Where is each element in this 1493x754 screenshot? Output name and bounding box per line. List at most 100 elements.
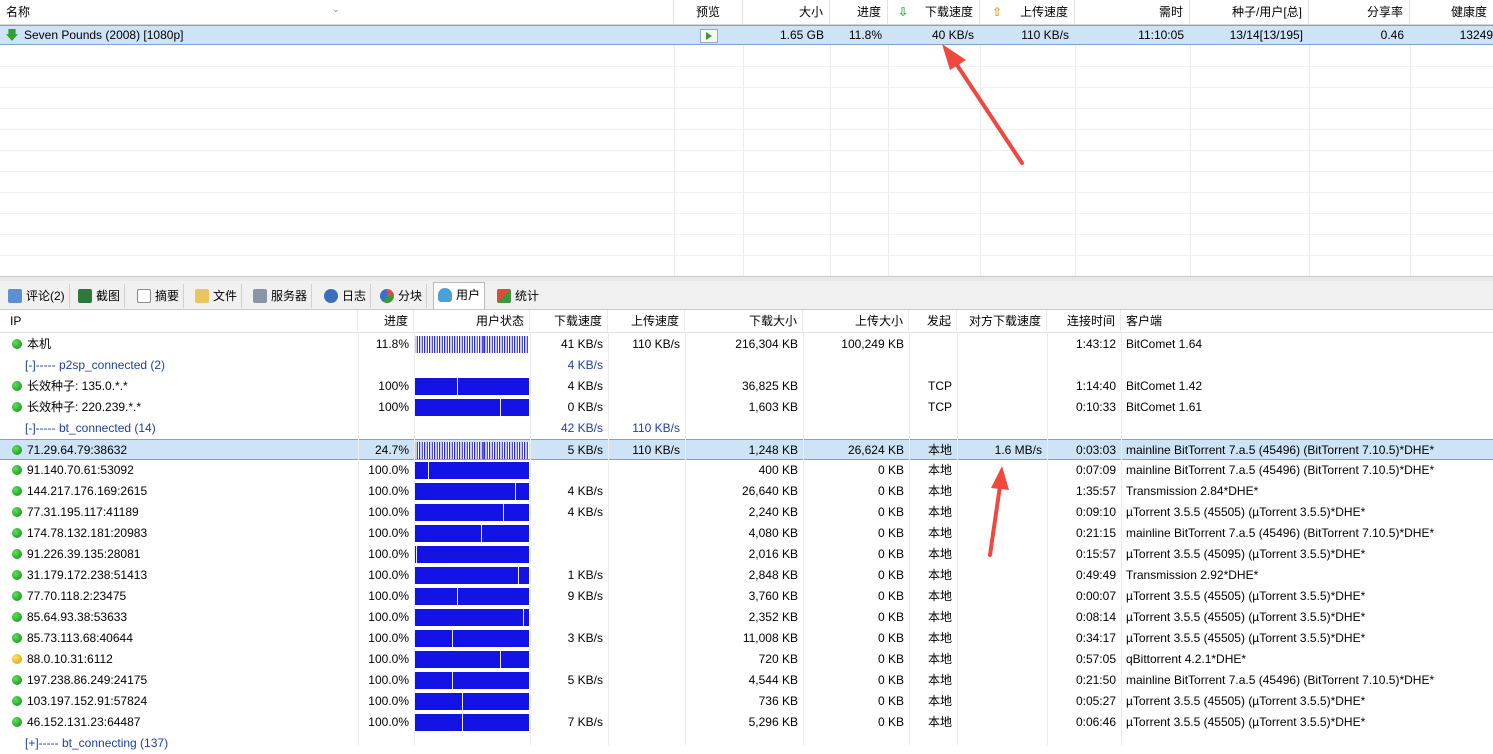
col-seeds-peers[interactable]: 种子/用户[总]: [1190, 0, 1309, 24]
group-label[interactable]: [-]----- p2sp_connected (2): [20, 355, 358, 376]
peer-uploaded: 26,624 KB: [847, 443, 904, 457]
peer-progress: 24.7%: [374, 443, 409, 457]
col-download-speed[interactable]: ⇩ 下载速度: [888, 0, 980, 24]
tab-stats[interactable]: 统计: [493, 284, 543, 308]
col-name[interactable]: 名称 ⌄: [0, 0, 674, 24]
col-preview[interactable]: 预览: [674, 0, 743, 24]
col-health[interactable]: 健康度: [1410, 0, 1493, 24]
group-label[interactable]: [-]----- bt_connected (14): [20, 418, 358, 439]
peer-client: µTorrent 3.5.5 (45095) (µTorrent 3.5.5)*…: [1126, 547, 1366, 561]
piece-bar-mark: [477, 442, 478, 459]
col-upload-speed[interactable]: ⇧ 上传速度: [980, 0, 1075, 24]
col-peer-progress[interactable]: 进度: [358, 310, 414, 332]
peer-downloaded: 3,760 KB: [748, 589, 798, 603]
peer-ip: 77.31.195.117:41189: [27, 505, 139, 519]
peer-row[interactable]: 88.0.10.31:6112 100.0% 720 KB 0 KB 本地 0:57:05…: [0, 649, 1493, 670]
peer-connect-time: 0:05:27: [1075, 694, 1116, 708]
peer-upload-speed: [608, 544, 685, 565]
server-icon: [253, 288, 267, 303]
peer-group-row[interactable]: [-]----- p2sp_connected (2) 4 KB/s: [0, 355, 1493, 376]
peer-remote-download-speed: [957, 523, 1047, 544]
peer-status-ok-icon: [12, 632, 22, 643]
task-row[interactable]: Seven Pounds (2008) [1080p] 1.65 GB 11.8…: [0, 25, 1493, 45]
tab-pieces[interactable]: 分块: [376, 284, 428, 308]
tab-users[interactable]: 用户: [433, 282, 486, 309]
tab-screenshots[interactable]: 截图: [74, 284, 126, 308]
peer-row[interactable]: 77.70.118.2:23475 100.0% 9 KB/s 3,760 KB 0 K…: [0, 586, 1493, 607]
peer-uploaded: [803, 397, 909, 418]
peer-connect-time: 0:09:10: [1075, 505, 1116, 519]
task-health: 13249: [1459, 28, 1493, 42]
col-downloaded[interactable]: 下载大小: [685, 310, 803, 332]
col-ip[interactable]: IP: [5, 310, 358, 332]
peer-row[interactable]: 197.238.86.249:24175 100.0% 5 KB/s 4,544 KB…: [0, 670, 1493, 691]
peer-row[interactable]: 长效种子: 135.0.*.* 100% 4 KB/s 36,825 KB TCP 1:1…: [0, 376, 1493, 397]
peer-client: mainline BitTorrent 7.a.5 (45496) (BitTo…: [1126, 463, 1435, 477]
peer-initiator: 本地: [927, 694, 952, 708]
peer-row[interactable]: 91.226.39.135:28081 100.0% 2,016 KB 0 KB 本地 0…: [0, 544, 1493, 565]
peer-piece-bar: [414, 714, 529, 731]
tab-files[interactable]: 文件: [191, 284, 243, 308]
peer-group-row[interactable]: [+]----- bt_connecting (137): [0, 733, 1493, 754]
col-initiator[interactable]: 发起: [909, 310, 957, 332]
peer-initiator: 本地: [927, 673, 952, 687]
peer-piece-bar: [414, 546, 529, 563]
col-remote-download-speed[interactable]: 对方下载速度: [957, 310, 1047, 332]
peer-upload-speed: [608, 397, 685, 418]
tab-comments[interactable]: 评论(2): [4, 284, 70, 308]
col-size[interactable]: 大小: [743, 0, 830, 24]
peer-remote-download-speed: [957, 670, 1047, 691]
peer-upload-speed: [608, 376, 685, 397]
summary-icon: [137, 288, 151, 303]
peer-row[interactable]: 77.31.195.117:41189 100.0% 4 KB/s 2,240 KB 0…: [0, 502, 1493, 523]
peer-status-ok-icon: [12, 611, 22, 622]
peer-download-speed: [530, 460, 608, 481]
peer-downloaded: 2,848 KB: [748, 568, 798, 582]
detail-tab-bar: 评论(2) 截图 摘要 文件 服务器 日志 分块 用户 统计: [0, 281, 1493, 310]
peer-ip: 91.140.70.61:53092: [27, 463, 134, 477]
col-share-ratio[interactable]: 分享率: [1309, 0, 1410, 24]
peer-piece-bar: [414, 399, 529, 416]
col-peer-download-speed[interactable]: 下载速度: [530, 310, 608, 332]
peer-remote-download-speed: [957, 712, 1047, 733]
group-label[interactable]: [+]----- bt_connecting (137): [20, 733, 358, 754]
col-user-status[interactable]: 用户状态: [414, 310, 530, 332]
peer-row[interactable]: 91.140.70.61:53092 100.0% 400 KB 0 KB 本地 0:07…: [0, 460, 1493, 481]
peer-status-ok-icon: [12, 569, 22, 580]
peer-row[interactable]: 长效种子: 220.239.*.* 100% 0 KB/s 1,603 KB TCP 0:…: [0, 397, 1493, 418]
col-progress[interactable]: 进度: [830, 0, 888, 24]
peer-initiator: 本地: [927, 631, 952, 645]
peer-row[interactable]: 85.64.93.38:53633 100.0% 2,352 KB 0 KB 本地 0:0…: [0, 607, 1493, 628]
col-uploaded[interactable]: 上传大小: [803, 310, 909, 332]
col-client[interactable]: 客户端: [1121, 310, 1493, 332]
peer-initiator: 本地: [927, 715, 952, 729]
preview-play-icon[interactable]: [674, 26, 743, 44]
piece-bar-gap: [503, 504, 504, 521]
peer-group-row[interactable]: [-]----- bt_connected (14) 42 KB/s 110 KB/…: [0, 418, 1493, 439]
piece-bar-gap: [457, 588, 458, 605]
tab-summary[interactable]: 摘要: [133, 284, 185, 308]
peer-upload-speed: 110 KB/s: [632, 443, 680, 457]
peer-connect-time: 0:08:14: [1075, 610, 1116, 624]
peer-row[interactable]: 本机 11.8% 41 KB/s 110 KB/s 216,304 KB 100,249 …: [0, 334, 1493, 355]
peer-row[interactable]: 144.217.176.169:2615 100.0% 4 KB/s 26,640 K…: [0, 481, 1493, 502]
tab-servers[interactable]: 服务器: [249, 284, 313, 308]
group-download-speed: 4 KB/s: [567, 358, 603, 372]
peer-uploaded: 0 KB: [877, 694, 904, 708]
peer-upload-speed: [608, 691, 685, 712]
peer-row[interactable]: 46.152.131.23:64487 100.0% 7 KB/s 5,296 KB 0…: [0, 712, 1493, 733]
screenshot-icon: [78, 288, 92, 303]
peer-piece-bar: [414, 630, 529, 647]
peer-row[interactable]: 71.29.64.79:38632 24.7% 5 KB/s 110 KB/s 1,24…: [0, 439, 1493, 460]
peer-row[interactable]: 31.179.172.238:51413 100.0% 1 KB/s 2,848 KB…: [0, 565, 1493, 586]
col-time-left[interactable]: 需时: [1075, 0, 1190, 24]
peer-row[interactable]: 103.197.152.91:57824 100.0% 736 KB 0 KB 本地 0:…: [0, 691, 1493, 712]
peer-row[interactable]: 85.73.113.68:40644 100.0% 3 KB/s 11,008 KB 0…: [0, 628, 1493, 649]
col-connect-time[interactable]: 连接时间: [1047, 310, 1121, 332]
peer-row[interactable]: 174.78.132.181:20983 100.0% 4,080 KB 0 KB 本地…: [0, 523, 1493, 544]
stats-icon: [497, 288, 511, 303]
tab-log[interactable]: 日志: [320, 284, 372, 308]
peer-uploaded: 0 KB: [877, 505, 904, 519]
task-progress: 11.8%: [848, 28, 882, 42]
col-peer-upload-speed[interactable]: 上传速度: [608, 310, 685, 332]
